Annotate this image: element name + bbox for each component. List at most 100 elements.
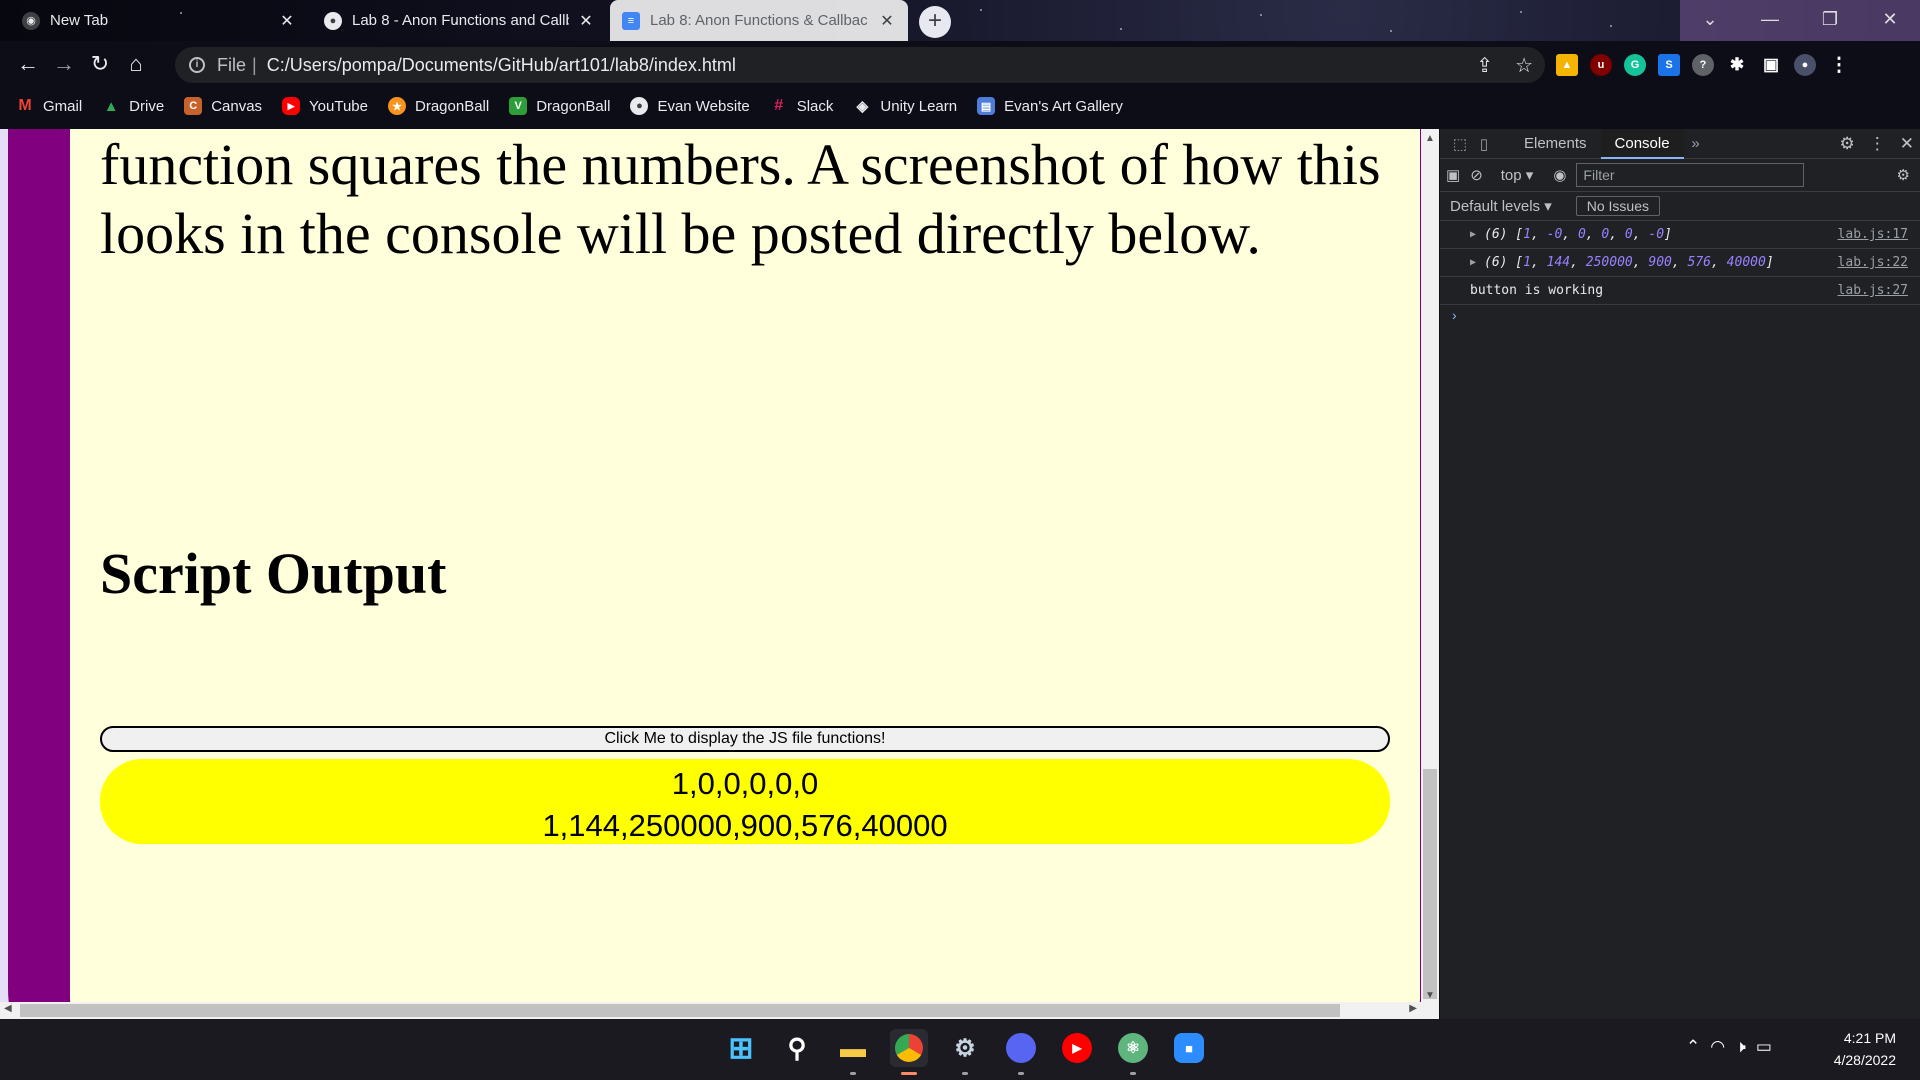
log-levels-dropdown[interactable]: Default levels ▾ [1450,197,1552,215]
tab-label: Lab 8: Anon Functions & Callbac [650,12,868,29]
inspect-element-icon[interactable]: ⬚ [1448,135,1472,153]
clock-date: 4/28/2022 [1833,1052,1896,1068]
profile-avatar-icon[interactable]: ● [1794,54,1816,76]
clear-console-icon[interactable]: ⊘ [1470,166,1483,184]
sidebar-toggle-icon[interactable]: ▣ [1446,166,1460,184]
console-filter-input[interactable] [1576,163,1805,187]
bookmark-unity-learn[interactable]: ◈ Unity Learn [853,97,958,116]
bookmark-dragonball-tv[interactable]: V DragonBall [509,97,610,115]
device-toolbar-icon[interactable]: ▯ [1472,135,1496,153]
tab-lab8-anon-functions[interactable]: ● Lab 8 - Anon Functions and Callb ✕ [312,0,607,41]
horizontal-scrollbar[interactable]: ◀ ▶ [0,1002,1421,1019]
devtools-panel: ⬚ ▯ Elements Console » ⚙ ⋮ ✕ ▣ ⊘ top ▾ ◉… [1440,128,1920,1019]
expand-arrow-icon[interactable]: ▶ [1470,249,1476,277]
bookmark-gmail[interactable]: M Gmail [16,97,82,115]
log-source-link[interactable]: lab.js:27 [1838,277,1908,305]
bookmark-canvas[interactable]: C Canvas [184,97,262,115]
vertical-scroll-thumb[interactable] [1423,769,1437,999]
bookmark-label: Evan's Art Gallery [1004,97,1123,115]
globe-icon: ● [324,11,342,30]
restore-button[interactable]: ❐ [1800,0,1860,41]
more-tabs-icon[interactable]: » [1684,135,1708,152]
tab-elements[interactable]: Elements [1510,129,1601,159]
devtools-menu-icon[interactable]: ⋮ [1869,134,1886,154]
discord-icon[interactable] [1002,1029,1040,1075]
console-log-row[interactable]: button is working lab.js:27 [1440,277,1920,305]
console-prompt-icon[interactable]: › [1440,307,1920,323]
scroll-right-icon[interactable]: ▶ [1409,1003,1417,1014]
close-icon[interactable]: ✕ [878,11,896,31]
console-log-row[interactable]: ▶ (6) [1, 144, 250000, 900, 576, 40000] … [1440,249,1920,277]
array-value: 0 [1624,227,1633,242]
scroll-down-icon[interactable]: ▼ [1425,990,1435,1001]
extensions-puzzle-icon[interactable]: ✱ [1726,54,1748,76]
close-icon[interactable]: ✕ [278,11,296,31]
expand-arrow-icon[interactable]: ▶ [1470,221,1476,249]
atom-icon[interactable]: ⚛ [1114,1029,1152,1075]
bookmark-evans-art-gallery[interactable]: ▤ Evan's Art Gallery [977,97,1123,115]
console-log-row[interactable]: ▶ (6) [1, -0, 0, 0, 0, -0] lab.js:17 [1440,221,1920,249]
search-icon[interactable]: ⚲ [778,1029,816,1067]
system-tray: ⌃ ◠ 🕨 ▭ [1686,1037,1772,1057]
gallery-icon: ▤ [977,97,996,115]
log-source-link[interactable]: lab.js:17 [1838,221,1908,249]
array-value: 250000 [1585,255,1633,270]
back-button[interactable]: ← [10,47,46,83]
display-functions-button[interactable]: Click Me to display the JS file function… [100,726,1390,752]
array-value: 0 [1577,227,1586,242]
share-icon[interactable]: ⇪ [1476,53,1493,78]
output-line-squares: 1,144,250000,900,576,40000 [542,808,948,843]
tab-console[interactable]: Console [1600,128,1684,159]
address-bar[interactable]: i File | C:/Users/pompa/Documents/GitHub… [175,47,1545,83]
settings-gear-icon[interactable]: ⚙ [1840,134,1855,154]
bookmark-evan-website[interactable]: ● Evan Website [630,97,750,115]
windows-start-icon[interactable]: ⊞ [722,1029,760,1067]
battery-icon[interactable]: ▭ [1756,1037,1772,1057]
steam-icon[interactable]: ⚙ [946,1029,984,1075]
bookmark-star-icon[interactable]: ☆ [1515,53,1533,78]
scroll-left-icon[interactable]: ◀ [4,1003,12,1014]
close-icon[interactable]: ✕ [577,11,595,31]
youtube-music-icon[interactable]: ▶ [1058,1029,1096,1067]
volume-muted-icon[interactable]: 🕨 [1735,1037,1746,1057]
tab-new-tab[interactable]: ◉ New Tab ✕ [10,0,308,41]
ublock-extension-icon[interactable]: u [1590,54,1612,76]
info-icon[interactable]: i [189,57,205,73]
description-paragraph: Here is the output of my two functions. … [100,132,1381,266]
zoom-icon[interactable]: ■ [1170,1029,1208,1067]
home-button[interactable]: ⌂ [118,47,154,83]
google-drive-extension-icon[interactable]: ▲ [1556,54,1578,76]
close-window-button[interactable]: ✕ [1860,0,1920,41]
scroll-up-icon[interactable]: ▲ [1425,133,1435,144]
bookmark-drive[interactable]: ▲ Drive [102,97,164,115]
extension-badge-icon[interactable]: ? [1692,54,1714,76]
file-explorer-icon[interactable]: ▬ [834,1029,872,1075]
context-selector[interactable]: top ▾ [1501,166,1534,184]
forward-button[interactable]: → [46,47,82,83]
horizontal-scroll-thumb[interactable] [20,1004,1340,1017]
issues-button[interactable]: No Issues [1575,196,1660,216]
taskbar-clock[interactable]: 4:21 PM 4/28/2022 [1834,1027,1896,1071]
bookmark-youtube[interactable]: ▶ YouTube [282,97,368,115]
reload-button[interactable]: ↻ [82,47,118,83]
live-expression-eye-icon[interactable]: ◉ [1553,166,1566,184]
side-panel-icon[interactable]: ▣ [1760,54,1782,76]
log-source-link[interactable]: lab.js:22 [1838,249,1908,277]
console-settings-gear-icon[interactable]: ⚙ [1897,166,1910,184]
bookmark-slack[interactable]: # Slack [770,97,833,115]
browser-menu-icon[interactable]: ⋮ [1828,54,1850,76]
url-text[interactable]: C:/Users/pompa/Documents/GitHub/art101/l… [267,55,736,76]
chevron-up-icon[interactable]: ⌃ [1686,1037,1700,1057]
vertical-scrollbar[interactable]: ▲ ▼ [1421,129,1439,1019]
new-tab-button[interactable]: + [919,6,951,38]
chrome-icon[interactable] [890,1029,928,1075]
close-devtools-icon[interactable]: ✕ [1900,134,1914,154]
minimize-button[interactable]: — [1740,0,1800,41]
array-value: 900 [1648,255,1672,270]
bookmark-dragonball[interactable]: ★ DragonBall [388,97,489,115]
tab-lab8-docs[interactable]: ≡ Lab 8: Anon Functions & Callbac ✕ [610,0,908,41]
grammarly-extension-icon[interactable]: G [1624,54,1646,76]
s-extension-icon[interactable]: S [1658,54,1680,76]
minimize-icon[interactable]: ⌄ [1680,0,1740,41]
wifi-icon[interactable]: ◠ [1710,1037,1725,1057]
